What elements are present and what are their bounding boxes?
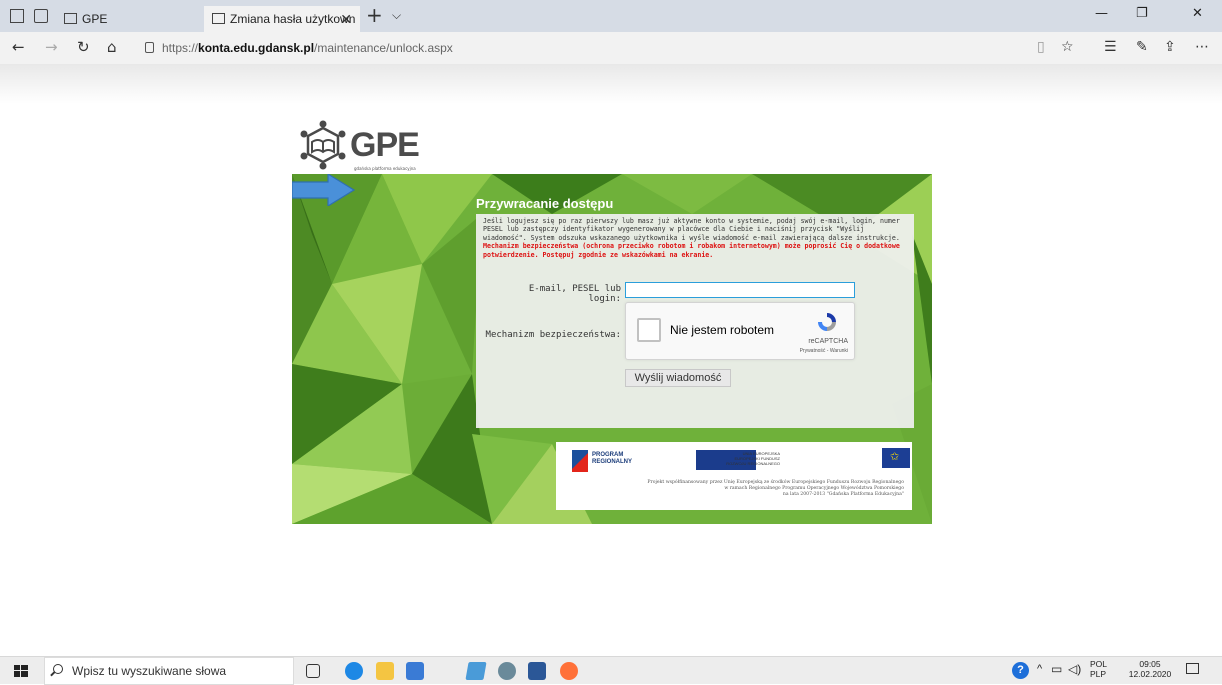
clock-time: 09:05: [1139, 659, 1161, 669]
volume-icon[interactable]: ◁): [1068, 662, 1081, 676]
security-label: Mechanizm bezpieczeństwa:: [485, 330, 621, 340]
search-icon: [53, 664, 63, 674]
email-pesel-login-input[interactable]: [625, 282, 855, 298]
share-icon[interactable]: ⇪: [1164, 39, 1176, 55]
tab-label: GPE: [82, 12, 108, 26]
firefox-icon[interactable]: [560, 662, 578, 680]
chevron-down-icon[interactable]: ⌵: [392, 8, 401, 23]
notifications-icon[interactable]: [1186, 663, 1199, 674]
lang-top: POL: [1090, 659, 1108, 669]
page-icon: [64, 13, 77, 24]
clock-date: 12.02.2020: [1128, 669, 1172, 679]
windows-start-icon[interactable]: [14, 665, 28, 677]
recaptcha-widget: Nie jestem robotem reCAPTCHA Prywatność …: [625, 302, 855, 360]
tabs-aside-icon[interactable]: [34, 9, 48, 23]
close-tab-icon[interactable]: ✕: [340, 6, 352, 32]
address-bar: ← → ↻ ⌂ https://konta.edu.gdansk.pl/main…: [0, 32, 1222, 64]
back-icon[interactable]: ←: [12, 38, 25, 56]
eu-line-3: ROZWOJU REGIONALNEGO: [726, 461, 780, 466]
page-icon: [212, 13, 225, 24]
browser-tab-bar: GPE Zmiana hasła użytkown ✕ + ⌵ — ❐ ✕: [0, 0, 1222, 32]
program-flag-icon: [572, 450, 588, 472]
program-line-1: PROGRAM: [592, 452, 624, 458]
send-message-button[interactable]: Wyślij wiadomość: [625, 369, 731, 387]
tab-gpe[interactable]: GPE: [56, 6, 204, 32]
project-line-2: w ramach Regionalnego Programu Operacyjn…: [724, 486, 904, 491]
windows-taskbar: Wpisz tu wyszukiwane słowa ? ^ ▭ ◁) POL …: [0, 656, 1222, 685]
store-icon[interactable]: [406, 662, 424, 680]
program-line-2: REGIONALNY: [592, 459, 633, 465]
restore-icon[interactable]: ❐: [1136, 6, 1148, 21]
main-panel: Przywracanie dostępu Jeśli logujesz się …: [292, 174, 932, 524]
program-text: PROGRAM REGIONALNY: [592, 452, 632, 466]
more-icon[interactable]: ⋯: [1195, 39, 1209, 55]
url-field[interactable]: https://konta.edu.gdansk.pl/maintenance/…: [140, 36, 1030, 60]
recaptcha-label: Nie jestem robotem: [670, 323, 775, 337]
recaptcha-logo-icon: [818, 313, 836, 331]
url-path: /maintenance/unlock.aspx: [314, 41, 453, 55]
logo-text: GPE: [350, 126, 420, 164]
favorite-star-icon[interactable]: ☆: [1061, 39, 1074, 55]
tab-actions-icon[interactable]: [10, 9, 24, 23]
logo-subtitle: gdańska platforma edukacyjna: [354, 166, 416, 171]
favorites-list-icon[interactable]: ☰: [1104, 39, 1117, 55]
refresh-icon[interactable]: ↻: [77, 38, 90, 56]
url-host: konta.edu.gdansk.pl: [198, 41, 315, 55]
task-view-icon[interactable]: [306, 664, 320, 678]
unlock-form: Jeśli logujesz się po raz pierwszy lub m…: [476, 214, 914, 428]
taskbar-search[interactable]: Wpisz tu wyszukiwane słowa: [44, 657, 294, 685]
taskbar-search-placeholder: Wpisz tu wyszukiwane słowa: [72, 664, 227, 678]
url-prefix: https://: [162, 41, 199, 55]
recaptcha-brand: reCAPTCHA: [808, 338, 848, 345]
paint-icon[interactable]: [498, 662, 516, 680]
pointer-arrow-icon: [292, 174, 356, 206]
help-icon[interactable]: ?: [1012, 662, 1029, 679]
dialog-title: Przywracanie dostępu: [476, 196, 614, 211]
word-icon[interactable]: [528, 662, 546, 680]
gpe-book-icon: [300, 120, 346, 170]
new-tab-icon[interactable]: +: [366, 3, 383, 27]
network-app-icon[interactable]: [465, 662, 487, 680]
chevron-up-icon[interactable]: ^: [1037, 663, 1042, 675]
language-indicator[interactable]: POL PLP: [1090, 659, 1107, 679]
page-content: GPE gdańska platforma edukacyjna Przywra…: [0, 64, 1222, 656]
security-warning: Mechanizm bezpieczeństwa (ochrona przeci…: [483, 242, 900, 259]
tab-active[interactable]: Zmiana hasła użytkown ✕: [204, 6, 360, 32]
home-icon[interactable]: ⌂: [107, 38, 117, 56]
forward-icon[interactable]: →: [45, 38, 58, 56]
instructions-text: Jeśli logujesz się po raz pierwszy lub m…: [483, 217, 900, 242]
project-line-1: Projekt współfinansowany przez Unię Euro…: [647, 480, 904, 485]
reading-view-icon[interactable]: ▯: [1037, 39, 1045, 55]
lang-bottom: PLP: [1090, 669, 1107, 679]
eu-flag-icon: [882, 448, 910, 468]
lock-icon: [145, 42, 154, 53]
network-icon[interactable]: ▭: [1051, 662, 1062, 676]
minimize-icon[interactable]: —: [1095, 6, 1108, 21]
project-text: Projekt współfinansowany przez Unię Euro…: [564, 480, 904, 498]
eu-funding-banner: PROGRAM REGIONALNY UNIA EUROPEJSKA EUROPEJ…: [556, 442, 912, 510]
close-window-icon[interactable]: ✕: [1192, 6, 1203, 21]
project-line-3: na lata 2007-2013 "Gdańska Platforma Edu…: [782, 492, 904, 497]
pen-icon[interactable]: ✎: [1136, 39, 1148, 55]
recaptcha-checkbox[interactable]: [637, 318, 661, 342]
email-label: E-mail, PESEL lub login:: [528, 284, 621, 304]
file-explorer-icon[interactable]: [376, 662, 394, 680]
instructions: Jeśli logujesz się po raz pierwszy lub m…: [483, 217, 911, 259]
gpe-logo: GPE gdańska platforma edukacyjna: [298, 120, 428, 178]
recaptcha-terms-link[interactable]: Prywatność - Warunki: [800, 348, 848, 354]
eu-text: UNIA EUROPEJSKA EUROPEJSKI FUNDUSZ ROZWOJU…: [710, 451, 780, 466]
header-band: [0, 64, 1222, 104]
clock[interactable]: 09:05 12.02.2020: [1128, 659, 1172, 679]
tab-label: Zmiana hasła użytkown: [230, 12, 356, 26]
edge-icon[interactable]: [345, 662, 363, 680]
